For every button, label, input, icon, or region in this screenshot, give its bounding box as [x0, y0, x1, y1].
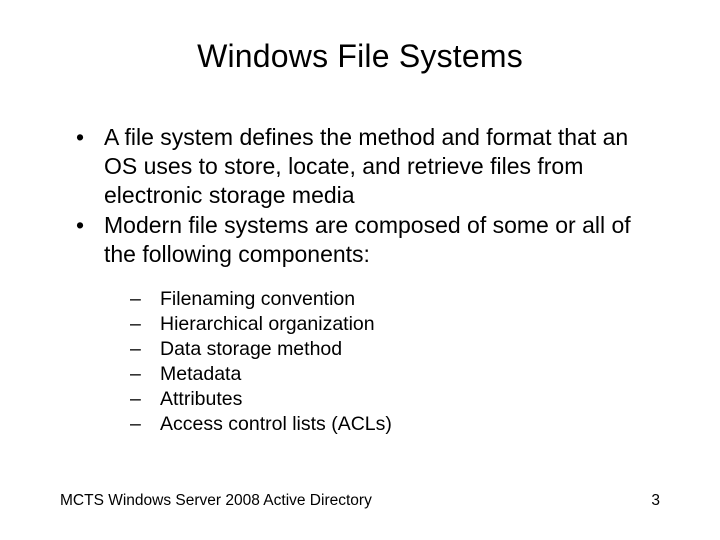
bullet-item: • A file system defines the method and f… [76, 123, 660, 209]
bullet-text: Modern file systems are composed of some… [104, 211, 660, 269]
slide-content: • A file system defines the method and f… [60, 123, 660, 436]
slide-footer: MCTS Windows Server 2008 Active Director… [60, 492, 660, 510]
sub-item: – Attributes [130, 387, 660, 412]
footer-text: MCTS Windows Server 2008 Active Director… [60, 492, 372, 510]
dash-icon: – [130, 412, 160, 437]
slide-number: 3 [651, 492, 660, 510]
sub-text: Attributes [160, 387, 242, 412]
sub-text: Hierarchical organization [160, 312, 375, 337]
dash-icon: – [130, 337, 160, 362]
sub-item: – Access control lists (ACLs) [130, 412, 660, 437]
bullet-list: • A file system defines the method and f… [76, 123, 660, 269]
dash-icon: – [130, 312, 160, 337]
dash-icon: – [130, 387, 160, 412]
sub-item: – Metadata [130, 362, 660, 387]
sub-text: Filenaming convention [160, 287, 355, 312]
bullet-icon: • [76, 123, 104, 209]
sub-list: – Filenaming convention – Hierarchical o… [130, 287, 660, 437]
sub-item: – Filenaming convention [130, 287, 660, 312]
sub-text: Data storage method [160, 337, 342, 362]
bullet-text: A file system defines the method and for… [104, 123, 660, 209]
bullet-icon: • [76, 211, 104, 269]
dash-icon: – [130, 362, 160, 387]
slide-title: Windows File Systems [60, 38, 660, 75]
sub-item: – Data storage method [130, 337, 660, 362]
sub-text: Access control lists (ACLs) [160, 412, 392, 437]
sub-item: – Hierarchical organization [130, 312, 660, 337]
bullet-item: • Modern file systems are composed of so… [76, 211, 660, 269]
sub-text: Metadata [160, 362, 241, 387]
slide: Windows File Systems • A file system def… [0, 0, 720, 540]
dash-icon: – [130, 287, 160, 312]
